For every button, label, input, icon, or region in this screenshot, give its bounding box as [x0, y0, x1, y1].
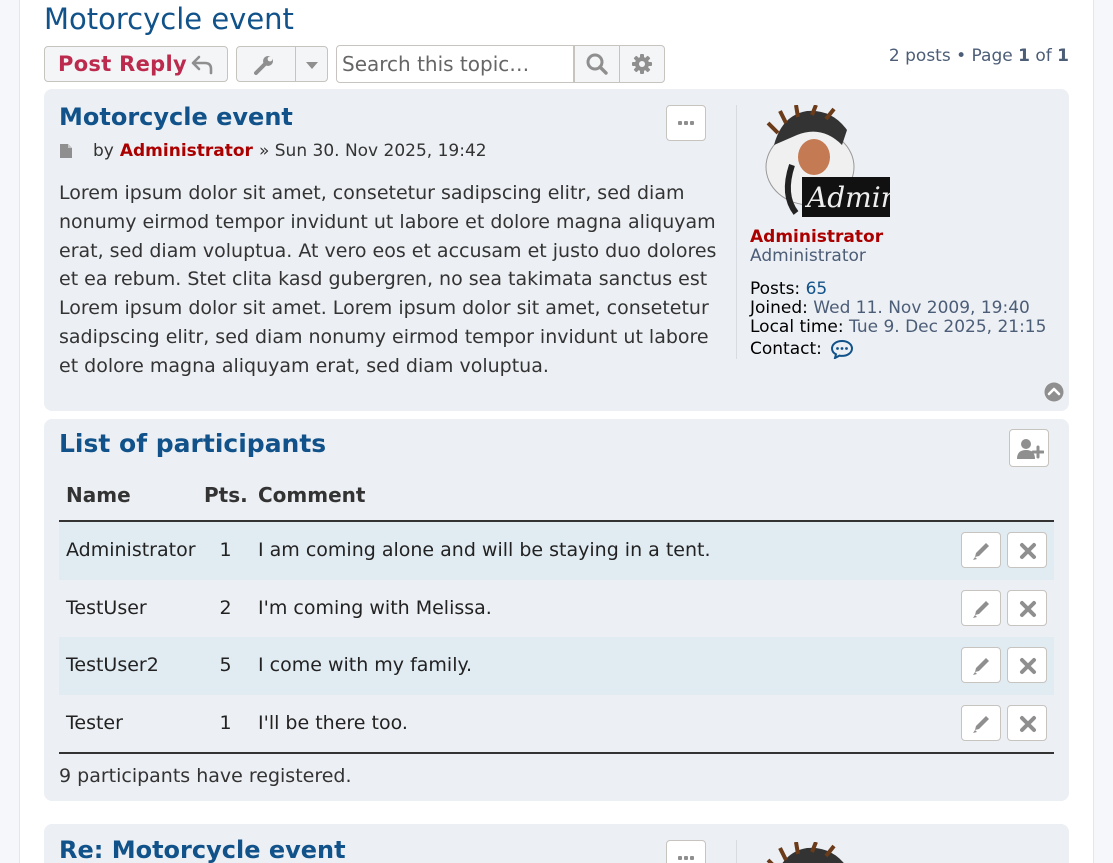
joined-value: Wed 11. Nov 2009, 19:40 [813, 298, 1030, 318]
edit-participant-button[interactable] [961, 532, 1001, 568]
table-row: TestUser 2 I'm coming with Melissa. [59, 579, 1054, 637]
post-quick-tools-button[interactable] [666, 840, 706, 863]
participant-name: Administrator [66, 539, 196, 561]
post-title[interactable]: Motorcycle event [59, 103, 293, 131]
close-icon [1020, 715, 1036, 732]
table-bottom-border [59, 752, 1054, 754]
post-panel: Motorcycle event by Administrator » Sun … [44, 89, 1069, 411]
profile-posts: Posts: 65 [750, 279, 827, 299]
topic-tools-dropdown[interactable] [236, 46, 328, 82]
reply-icon [191, 55, 213, 75]
wrench-icon [254, 56, 273, 75]
posts-count-link[interactable]: 65 [806, 279, 828, 299]
pagination-separator: • [956, 46, 967, 66]
delete-participant-button[interactable] [1007, 647, 1047, 683]
post-link-icon[interactable] [59, 143, 73, 159]
add-user-icon [1017, 439, 1044, 459]
advanced-search-button[interactable] [619, 45, 665, 83]
posts-label: Posts: [750, 279, 801, 299]
page-wrapper: Motorcycle event Post Reply Search this … [19, 0, 1094, 863]
pencil-icon [973, 715, 989, 733]
user-avatar[interactable]: Admin [752, 105, 892, 220]
contact-icon[interactable] [830, 339, 854, 359]
participants-title: List of participants [59, 429, 327, 458]
delete-participant-button[interactable] [1007, 704, 1047, 741]
pagination: 2 posts • Page 1 of 1 [889, 46, 1069, 66]
profile-contact: Contact: [750, 339, 854, 359]
search-icon [586, 53, 608, 75]
post-content: Lorem ipsum dolor sit amet, consetetur s… [59, 182, 717, 377]
post-title[interactable]: Re: Motorcycle event [59, 836, 346, 863]
profile-username[interactable]: Administrator [750, 227, 883, 247]
post-quick-tools-button[interactable] [666, 105, 706, 141]
profile-joined: Joined: Wed 11. Nov 2009, 19:40 [750, 298, 1030, 318]
page-label: Page [971, 46, 1013, 66]
localtime-label: Local time: [750, 317, 844, 337]
delete-participant-button[interactable] [1007, 532, 1047, 568]
chevron-down-icon [306, 62, 318, 69]
ellipsis-icon [678, 856, 682, 860]
post-reply-button[interactable]: Post Reply [44, 46, 228, 82]
header-name: Name [66, 483, 131, 507]
participant-name: TestUser2 [66, 654, 159, 676]
profile-localtime: Local time: Tue 9. Dec 2025, 21:15 [750, 317, 1046, 337]
ellipsis-icon [678, 121, 682, 125]
participant-comment: I come with my family. [258, 654, 473, 676]
participant-pts: 1 [219, 711, 232, 734]
edit-participant-button[interactable] [961, 589, 1001, 626]
pencil-icon [973, 658, 989, 675]
current-page: 1 [1018, 46, 1030, 66]
localtime-value: Tue 9. Dec 2025, 21:15 [849, 317, 1047, 337]
post-count: 2 posts [888, 46, 951, 66]
participants-panel: List of participants Name Pts. Comment A… [44, 419, 1069, 801]
post-author-link[interactable]: Administrator [120, 141, 253, 161]
add-participant-button[interactable] [1009, 429, 1049, 467]
close-icon [1020, 600, 1036, 617]
post-date: » Sun 30. Nov 2025, 19:42 [258, 141, 487, 161]
participant-comment: I'm coming with Melissa. [258, 596, 492, 619]
by-label: by [93, 141, 114, 161]
participant-comment: I am coming alone and will be staying in… [258, 539, 711, 561]
user-avatar[interactable] [752, 842, 892, 863]
participant-name: TestUser [66, 596, 147, 619]
close-icon [1020, 658, 1036, 674]
joined-label: Joined: [750, 298, 808, 318]
topic-title[interactable]: Motorcycle event [44, 2, 294, 36]
post-panel: Re: Motorcycle event [44, 824, 1069, 863]
search-topic-input[interactable] [336, 45, 574, 83]
contact-label: Contact: [750, 339, 822, 359]
participants-table: Name Pts. Comment Administrator 1 I am c… [59, 477, 1054, 754]
header-pts: Pts. [204, 483, 248, 507]
total-pages: 1 [1057, 46, 1069, 66]
of-label: of [1035, 46, 1052, 66]
participant-comment: I'll be there too. [258, 711, 408, 734]
edit-participant-button[interactable] [961, 704, 1001, 741]
header-comment: Comment [258, 483, 366, 507]
table-header: Name Pts. Comment [59, 477, 1054, 522]
participant-pts: 5 [219, 654, 232, 676]
participant-pts: 1 [219, 539, 232, 561]
participant-name: Tester [66, 711, 123, 734]
back-to-top-icon[interactable] [1044, 382, 1064, 402]
close-icon [1020, 543, 1036, 559]
profile-divider [736, 840, 737, 863]
tools-separator [295, 47, 296, 81]
profile-rank: Administrator [750, 246, 866, 266]
table-row: Administrator 1 I am coming alone and wi… [59, 522, 1054, 580]
post-author-line: by Administrator » Sun 30. Nov 2025, 19:… [59, 141, 487, 161]
gear-icon [632, 54, 652, 74]
pencil-icon [973, 600, 989, 618]
search-button[interactable] [574, 45, 620, 83]
participant-pts: 2 [219, 596, 232, 619]
edit-participant-button[interactable] [961, 647, 1001, 683]
table-row: TestUser2 5 I come with my family. [59, 637, 1054, 695]
pencil-icon [973, 543, 989, 560]
avatar-logo-text: Admin [804, 181, 892, 214]
delete-participant-button[interactable] [1007, 589, 1047, 626]
table-row: Tester 1 I'll be there too. [59, 694, 1054, 752]
post-reply-label: Post Reply [58, 52, 187, 76]
profile-divider [736, 105, 737, 359]
participants-count-text: 9 participants have registered. [59, 765, 352, 787]
